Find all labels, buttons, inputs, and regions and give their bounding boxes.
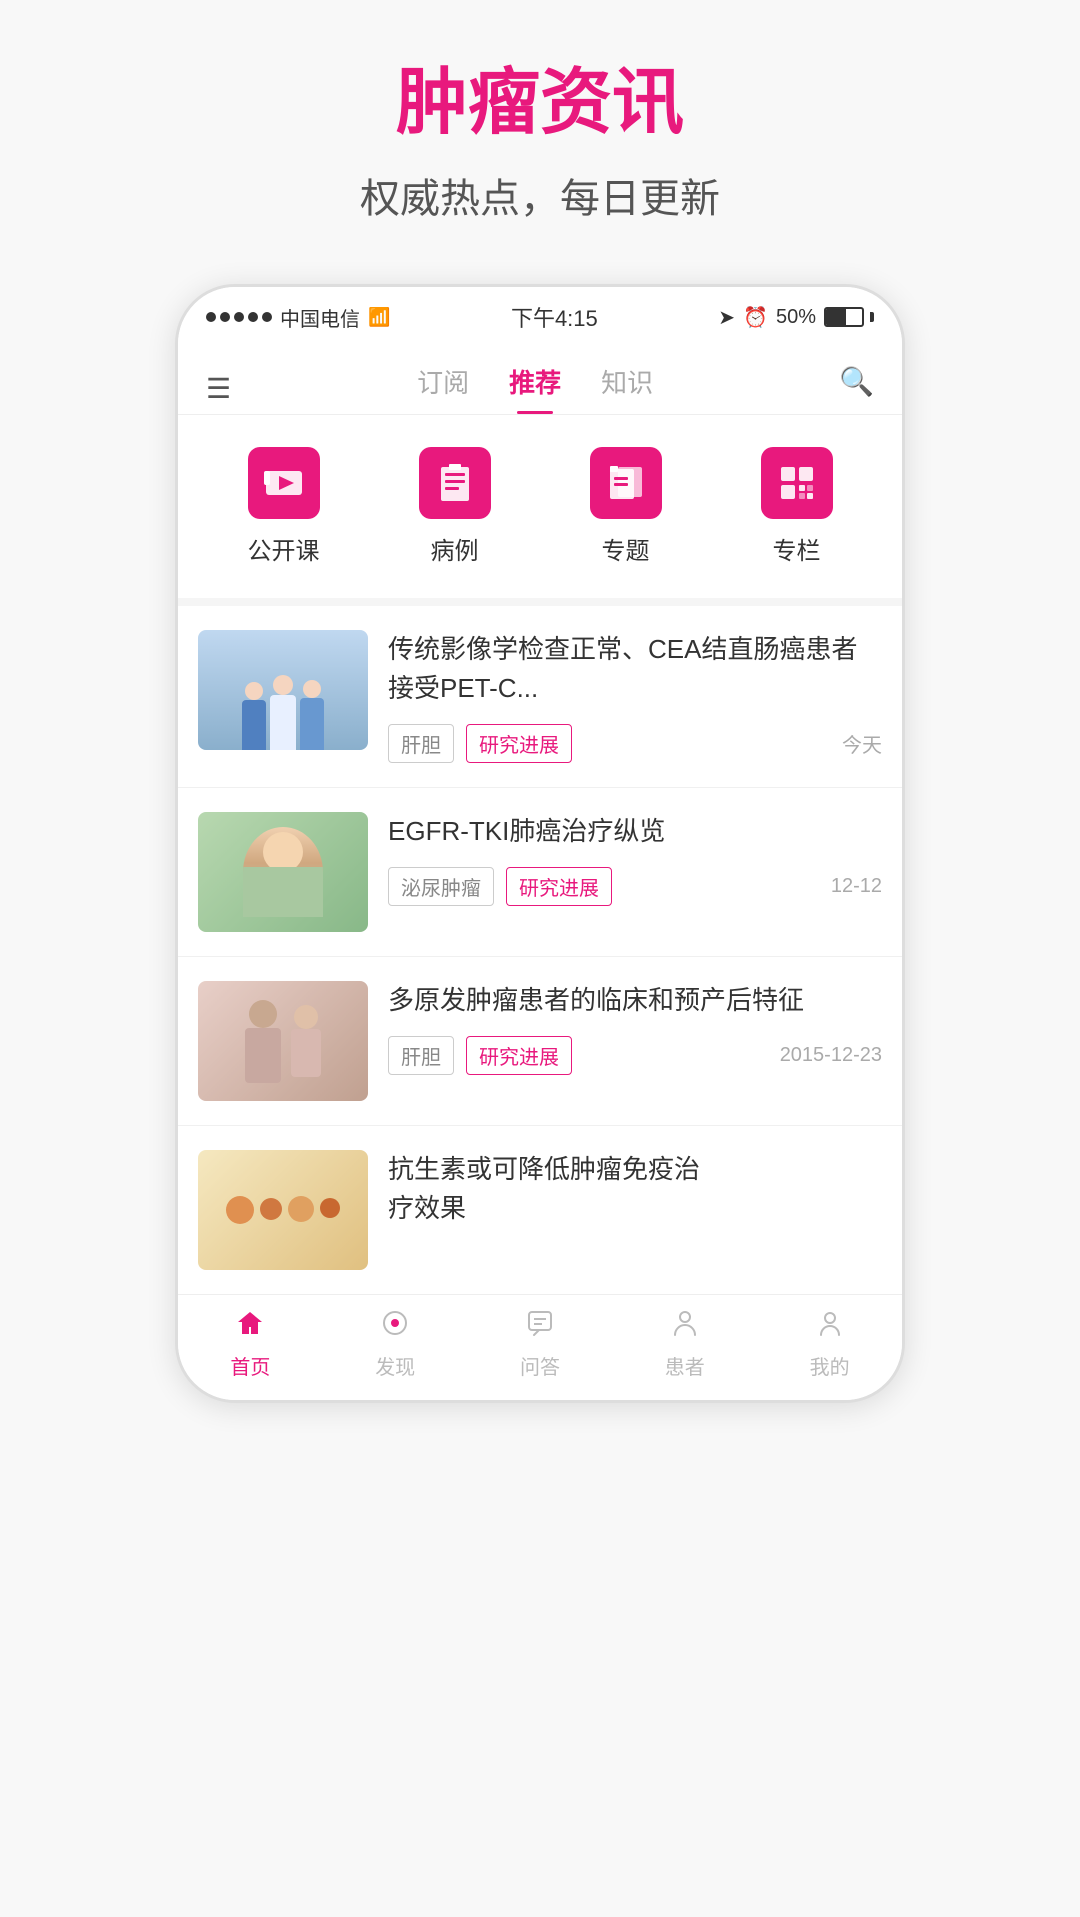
category-topics[interactable]: 专题 (590, 447, 662, 566)
page-subtitle: 权威热点，每日更新 (360, 166, 720, 224)
news-title-3: 多原发肿瘤患者的临床和预产后特征 (388, 981, 882, 1020)
news-item-2[interactable]: EGFR-TKI肺癌治疗纵览 泌尿肿瘤 研究进展 12-12 (178, 788, 902, 957)
alarm-icon: ⏰ (743, 305, 768, 330)
qa-label: 问答 (520, 1351, 560, 1380)
category-columns[interactable]: 专栏 (761, 447, 833, 566)
news-content-4: 抗生素或可降低肿瘤免疫治疗效果 (388, 1150, 882, 1244)
qa-icon (526, 1309, 554, 1345)
news-content-2: EGFR-TKI肺癌治疗纵览 泌尿肿瘤 研究进展 12-12 (388, 812, 882, 906)
news-tag-liver: 肝胆 (388, 724, 454, 763)
page-header: 肿瘤资讯 权威热点，每日更新 (360, 60, 720, 224)
battery-indicator (824, 307, 874, 327)
bottom-tab-mine[interactable]: 我的 (757, 1309, 902, 1380)
bottom-bar: 首页 发现 问答 (178, 1294, 902, 1400)
page-title: 肿瘤资讯 (360, 60, 720, 146)
phone-frame: 中国电信 📶 下午4:15 ➤ ⏰ 50% ☰ 订阅 推荐 知识 🔍 (175, 284, 905, 1403)
home-label: 首页 (230, 1351, 270, 1380)
bottom-tab-discover[interactable]: 发现 (323, 1309, 468, 1380)
patient-icon (671, 1309, 699, 1345)
news-date-2: 12-12 (831, 875, 882, 898)
news-thumb-4 (198, 1150, 368, 1270)
mine-label: 我的 (810, 1351, 850, 1380)
news-meta-3: 肝胆 研究进展 2015-12-23 (388, 1036, 882, 1075)
news-thumb-2 (198, 812, 368, 932)
news-title-1: 传统影像学检查正常、CEA结直肠癌患者接受PET-C... (388, 630, 882, 708)
news-content-3: 多原发肿瘤患者的临床和预产后特征 肝胆 研究进展 2015-12-23 (388, 981, 882, 1075)
category-section: 公开课 病例 (178, 415, 902, 606)
news-title-2: EGFR-TKI肺癌治疗纵览 (388, 812, 882, 851)
news-tag-liver-3: 肝胆 (388, 1036, 454, 1075)
tab-subscribe[interactable]: 订阅 (417, 363, 469, 414)
status-bar: 中国电信 📶 下午4:15 ➤ ⏰ 50% (178, 287, 902, 347)
category-open-class[interactable]: 公开课 (248, 447, 320, 566)
news-item-4[interactable]: 抗生素或可降低肿瘤免疫治疗效果 (178, 1126, 902, 1294)
signal-dots (206, 312, 272, 322)
news-tag-research-3: 研究进展 (466, 1036, 572, 1075)
carrier-label: 中国电信 (280, 303, 360, 332)
news-date-3: 2015-12-23 (780, 1044, 882, 1067)
wifi-icon: 📶 (368, 307, 390, 328)
topics-icon (590, 447, 662, 519)
news-thumb-1 (198, 630, 368, 750)
news-tag-urology: 泌尿肿瘤 (388, 867, 494, 906)
news-item-3[interactable]: 多原发肿瘤患者的临床和预产后特征 肝胆 研究进展 2015-12-23 (178, 957, 902, 1126)
open-class-label: 公开课 (248, 531, 320, 566)
news-tag-research: 研究进展 (466, 724, 572, 763)
tab-recommend[interactable]: 推荐 (509, 363, 561, 414)
nav-bar: ☰ 订阅 推荐 知识 🔍 (178, 347, 902, 415)
cases-icon (419, 447, 491, 519)
topics-label: 专题 (602, 531, 650, 566)
cases-label: 病例 (431, 531, 479, 566)
columns-icon (761, 447, 833, 519)
news-title-4: 抗生素或可降低肿瘤免疫治疗效果 (388, 1150, 882, 1228)
news-tag-research-2: 研究进展 (506, 867, 612, 906)
patient-label: 患者 (665, 1351, 705, 1380)
mine-icon (816, 1309, 844, 1345)
home-icon (236, 1309, 264, 1345)
news-list: 传统影像学检查正常、CEA结直肠癌患者接受PET-C... 肝胆 研究进展 今天 (178, 606, 902, 1294)
nav-tabs: 订阅 推荐 知识 (417, 363, 653, 414)
search-icon[interactable]: 🔍 (839, 365, 874, 412)
battery-percent: 50% (776, 306, 816, 329)
bottom-tab-patient[interactable]: 患者 (612, 1309, 757, 1380)
category-cases[interactable]: 病例 (419, 447, 491, 566)
bottom-tab-qa[interactable]: 问答 (468, 1309, 613, 1380)
status-right: ➤ ⏰ 50% (718, 305, 874, 330)
tab-knowledge[interactable]: 知识 (601, 363, 653, 414)
columns-label: 专栏 (773, 531, 821, 566)
bottom-tab-home[interactable]: 首页 (178, 1309, 323, 1380)
location-icon: ➤ (718, 305, 735, 330)
news-date-1: 今天 (842, 729, 882, 758)
status-time: 下午4:15 (511, 301, 598, 333)
news-content-1: 传统影像学检查正常、CEA结直肠癌患者接受PET-C... 肝胆 研究进展 今天 (388, 630, 882, 763)
discover-label: 发现 (375, 1351, 415, 1380)
open-class-icon (248, 447, 320, 519)
discover-icon (381, 1309, 409, 1345)
news-thumb-3 (198, 981, 368, 1101)
news-meta-2: 泌尿肿瘤 研究进展 12-12 (388, 867, 882, 906)
news-meta-1: 肝胆 研究进展 今天 (388, 724, 882, 763)
news-item-1[interactable]: 传统影像学检查正常、CEA结直肠癌患者接受PET-C... 肝胆 研究进展 今天 (178, 606, 902, 788)
status-left: 中国电信 📶 (206, 303, 390, 332)
menu-icon[interactable]: ☰ (206, 372, 231, 405)
